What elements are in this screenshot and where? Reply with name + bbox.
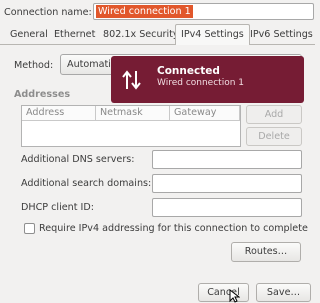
dns-servers-input[interactable]: [152, 150, 302, 169]
tab-ethernet[interactable]: Ethernet: [48, 24, 101, 45]
addresses-heading: Addresses: [14, 89, 71, 100]
column-netmask[interactable]: Netmask: [96, 106, 170, 121]
require-ipv4-label: Require IPv4 addressing for this connect…: [39, 223, 308, 234]
dns-servers-label: Additional DNS servers:: [21, 154, 135, 165]
add-address-button[interactable]: Add: [246, 105, 302, 124]
connection-name-label: Connection name:: [4, 7, 92, 18]
addresses-table[interactable]: Address Netmask Gateway: [21, 105, 241, 147]
mouse-cursor-icon: [229, 289, 240, 303]
notification-body: Wired connection 1: [157, 78, 244, 88]
network-arrows-icon: [122, 70, 141, 90]
column-address[interactable]: Address: [22, 106, 96, 121]
tab-ipv4-settings[interactable]: IPv4 Settings: [175, 24, 250, 46]
delete-address-button[interactable]: Delete: [246, 127, 302, 146]
tab-general[interactable]: General: [4, 24, 54, 45]
cancel-button[interactable]: Cancel: [198, 283, 249, 302]
connection-name-value: Wired connection 1: [96, 5, 193, 18]
tab-ipv6-settings[interactable]: IPv6 Settings: [244, 24, 319, 45]
tab-8021x-security[interactable]: 802.1x Security: [97, 24, 185, 45]
column-gateway[interactable]: Gateway: [170, 106, 240, 121]
routes-button[interactable]: Routes…: [231, 242, 301, 262]
dhcp-client-id-label: DHCP client ID:: [21, 202, 94, 213]
connected-notification: Connected Wired connection 1: [111, 56, 304, 103]
method-label: Method:: [14, 60, 54, 71]
dhcp-client-id-input[interactable]: [152, 198, 302, 217]
notification-title: Connected: [157, 65, 220, 77]
connection-name-input[interactable]: Wired connection 1: [93, 3, 314, 20]
search-domains-input[interactable]: [152, 174, 302, 193]
save-button[interactable]: Save…: [256, 283, 311, 302]
search-domains-label: Additional search domains:: [21, 178, 152, 189]
tab-bar: General Ethernet 802.1x Security IPv4 Se…: [0, 24, 315, 46]
require-ipv4-checkbox[interactable]: [24, 223, 35, 234]
